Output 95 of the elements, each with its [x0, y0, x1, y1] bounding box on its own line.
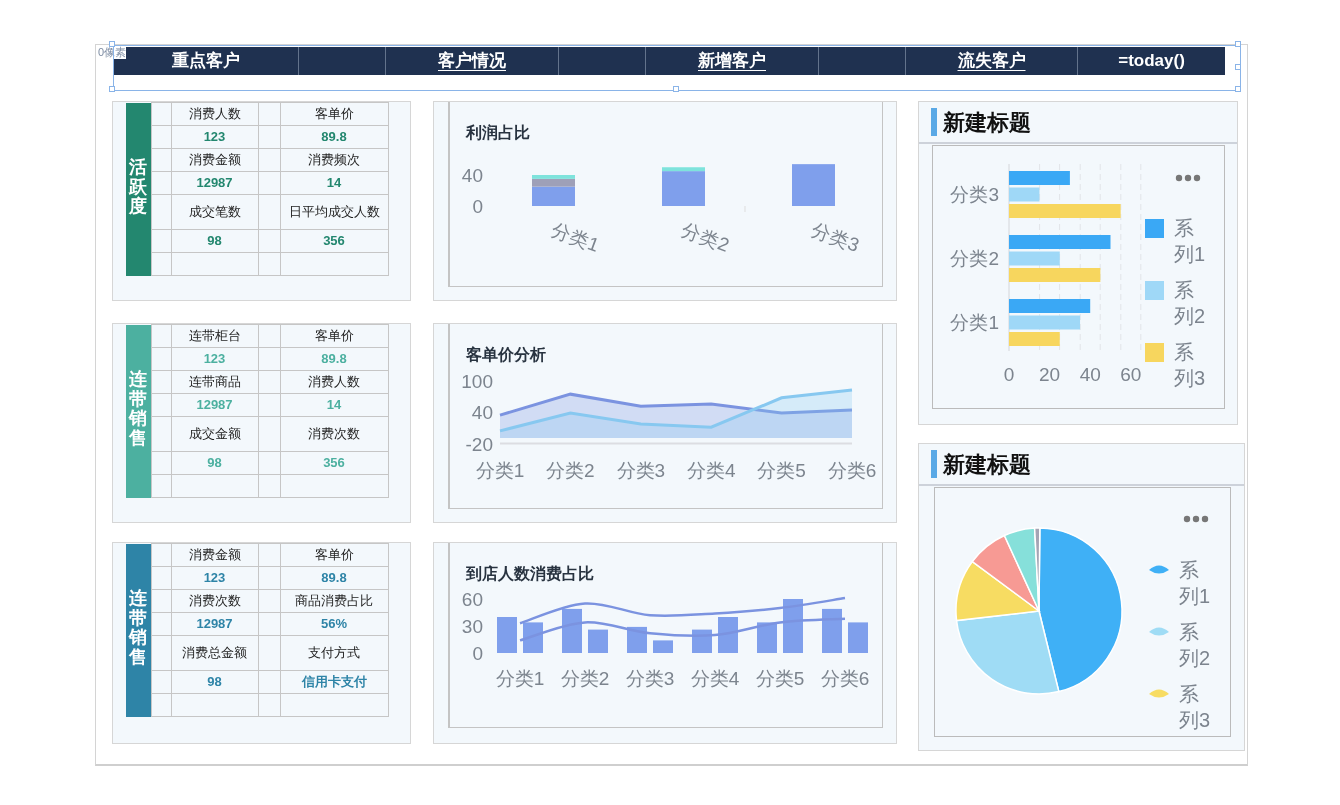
resize-handle[interactable]	[109, 41, 115, 47]
header-link[interactable]: 客户情况	[438, 48, 506, 74]
metric-value: 12987	[171, 612, 258, 636]
axis-label: 分类2	[679, 219, 732, 256]
axis-label: 分类4	[686, 460, 736, 481]
metric-value: 356	[280, 229, 388, 253]
chart-title: 客单价分析	[465, 345, 547, 365]
axis-label: 40	[471, 402, 493, 423]
metric-label: 日平均成交人数	[280, 194, 388, 230]
legend-label: 系列3	[1174, 341, 1206, 389]
axis-label: 0	[1003, 364, 1015, 385]
metric-value: 89.8	[280, 566, 388, 590]
panel-title: 新建标题	[943, 450, 1031, 479]
axis-label: 60	[1120, 364, 1142, 385]
metric-value: 123	[171, 125, 258, 149]
header-link[interactable]: 新增客户	[698, 48, 766, 74]
metric-label: 连带商品	[171, 370, 258, 394]
header-label: 重点客户	[171, 50, 240, 73]
metric-label: 消费金额	[171, 543, 258, 567]
title-accent	[931, 450, 937, 478]
axis-label: 分类3	[809, 219, 862, 256]
title-accent	[931, 108, 937, 136]
axis-label: -20	[465, 433, 493, 455]
section-label: 活跃度	[126, 102, 151, 276]
metric-value: 12987	[171, 393, 258, 417]
axis-label: 60	[461, 589, 483, 610]
axis-label: 40	[1079, 364, 1101, 385]
header-label: =today()	[1118, 50, 1185, 73]
axis-label: 40	[461, 165, 483, 186]
chart-title: 利润占比	[464, 123, 531, 143]
metric-label: 客单价	[280, 102, 388, 126]
metric-label: 消费次数	[171, 589, 258, 613]
resize-handle[interactable]	[1235, 41, 1241, 47]
resize-handle[interactable]	[109, 86, 115, 92]
metric-label: 商品消费占比	[280, 589, 388, 613]
metric-label: 连带柜台	[171, 324, 258, 348]
panel-title: 新建标题	[943, 108, 1031, 137]
metric-value: 123	[171, 566, 258, 590]
axis-label: 分类6	[827, 460, 877, 481]
metric-value: 14	[280, 393, 388, 417]
axis-label: 分类3	[616, 460, 666, 481]
resize-handle[interactable]	[1235, 64, 1241, 70]
metric-value: 356	[280, 451, 388, 475]
axis-label: 分类5	[755, 668, 805, 689]
section-label: 连带销售	[126, 543, 151, 717]
metric-label: 成交金额	[171, 416, 258, 452]
axis-label: 分类6	[820, 668, 870, 689]
axis-label: 分类3	[625, 668, 675, 689]
metric-value: 98	[171, 229, 258, 253]
legend-label: 系列2	[1174, 279, 1206, 327]
axis-label: 30	[461, 616, 483, 637]
metric-label: 客单价	[280, 543, 388, 567]
axis-label: 分类1	[950, 312, 999, 333]
axis-label: 分类1	[495, 668, 545, 689]
metric-label: 消费人数	[171, 102, 258, 126]
metric-label: 消费人数	[280, 370, 388, 394]
axis-label: 分类2	[950, 248, 999, 269]
legend-label: 系列2	[1179, 621, 1211, 669]
resize-handle[interactable]	[673, 86, 679, 92]
metric-label: 消费频次	[280, 148, 388, 172]
metric-value: 信用卡支付	[280, 670, 388, 694]
chart-title: 到店人数消费占比	[465, 564, 595, 584]
metric-value: 89.8	[280, 347, 388, 371]
section-label: 连带销售	[126, 324, 151, 498]
legend-label: 系列3	[1179, 683, 1211, 731]
axis-label: 分类3	[950, 184, 999, 205]
metric-label: 成交笔数	[171, 194, 258, 230]
legend-label: 系列1	[1179, 559, 1211, 607]
axis-label: 100	[461, 370, 493, 392]
legend-label: 系列1	[1174, 217, 1206, 265]
axis-label: 分类1	[475, 460, 525, 481]
metric-value: 14	[280, 171, 388, 195]
axis-label: 20	[1039, 364, 1061, 385]
axis-label: 0	[472, 196, 483, 217]
metric-value: 98	[171, 451, 258, 475]
metric-value: 123	[171, 347, 258, 371]
axis-label: 分类4	[690, 668, 740, 689]
metric-label: 消费总金额	[171, 635, 258, 671]
axis-label: 分类1	[549, 219, 602, 256]
more-icon	[1183, 515, 1209, 523]
metric-label: 消费次数	[280, 416, 388, 452]
more-icon	[1175, 174, 1201, 182]
metric-label: 客单价	[280, 324, 388, 348]
metric-value: 98	[171, 670, 258, 694]
header-link[interactable]: 流失客户	[957, 48, 1026, 74]
resize-handle[interactable]	[1235, 86, 1241, 92]
axis-label: 分类2	[560, 668, 610, 689]
metric-value: 12987	[171, 171, 258, 195]
axis-label: 分类2	[546, 460, 595, 481]
metric-label: 支付方式	[280, 635, 388, 671]
metric-label: 消费金额	[171, 148, 258, 172]
metric-value: 89.8	[280, 125, 388, 149]
metric-value: 56%	[280, 612, 388, 636]
axis-label: 分类5	[757, 460, 806, 481]
axis-label: 0	[472, 643, 483, 664]
